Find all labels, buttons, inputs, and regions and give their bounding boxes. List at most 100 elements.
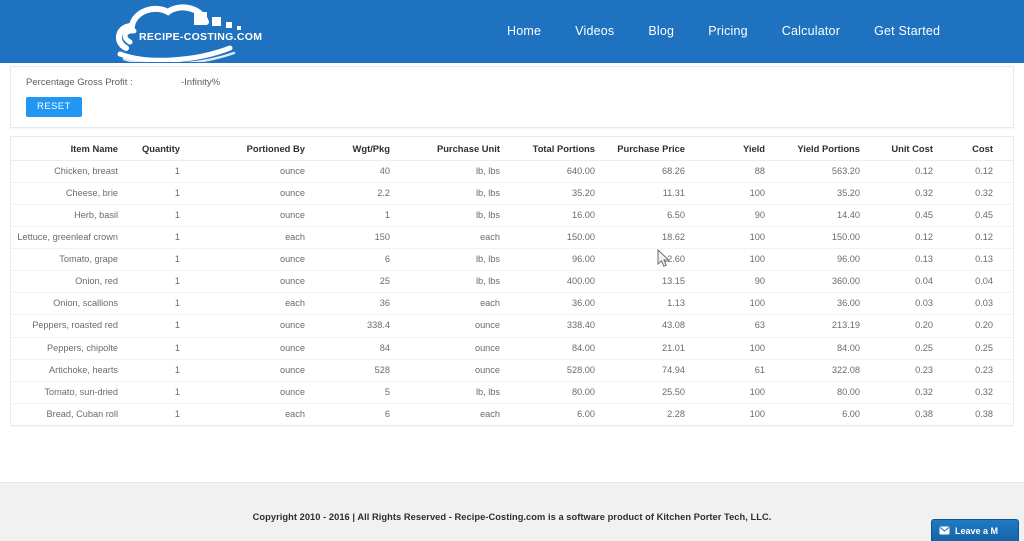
cell-purchase-price: 18.62 bbox=[600, 226, 690, 250]
cell-purchase-price: 1.13 bbox=[600, 292, 690, 316]
cell-item-name: Tomato, grape bbox=[11, 248, 123, 272]
cell-yield-portions: 563.20 bbox=[770, 160, 865, 184]
gross-profit-row: Percentage Gross Profit : -Infinity% bbox=[26, 77, 220, 88]
cell-cost: 0.25 bbox=[938, 337, 998, 360]
cell-purchase-price: 43.08 bbox=[600, 314, 690, 338]
cell-portioned-by: ounce bbox=[185, 182, 310, 206]
col-header-wgt-pkg[interactable]: Wgt/Pkg bbox=[310, 137, 395, 161]
cell-yield-portions: 96.00 bbox=[770, 248, 865, 272]
col-header-cost[interactable]: Cost bbox=[938, 137, 998, 161]
col-header-item-name[interactable]: Item Name bbox=[11, 137, 123, 161]
cell-cost: 0.12 bbox=[938, 226, 998, 250]
cell-yield: 63 bbox=[690, 314, 770, 338]
gross-profit-label: Percentage Gross Profit : bbox=[26, 77, 133, 88]
nav-link-videos[interactable]: Videos bbox=[558, 0, 631, 63]
cell-cost-pct: 8.36 bbox=[998, 359, 1013, 382]
cell-unit-cost: 0.38 bbox=[865, 403, 938, 425]
cell-yield-portions: 360.00 bbox=[770, 270, 865, 294]
cell-wgt-pkg: 40 bbox=[310, 160, 395, 184]
cell-quantity: 1 bbox=[123, 314, 185, 338]
cell-portioned-by: each bbox=[185, 226, 310, 250]
cell-wgt-pkg: 5 bbox=[310, 381, 395, 404]
gross-profit-value: -Infinity% bbox=[181, 77, 221, 88]
cell-cost: 0.23 bbox=[938, 359, 998, 382]
col-header-quantity[interactable]: Quantity bbox=[123, 137, 185, 161]
cell-yield: 100 bbox=[690, 381, 770, 404]
nav-link-pricing[interactable]: Pricing bbox=[691, 0, 765, 63]
cell-item-name: Cheese, brie bbox=[11, 182, 123, 206]
cell-item-name: Chicken, breast bbox=[11, 160, 123, 184]
nav-link-calculator[interactable]: Calculator bbox=[765, 0, 857, 63]
cell-portioned-by: ounce bbox=[185, 248, 310, 272]
cell-cost-pct: 4.73 bbox=[998, 248, 1013, 272]
col-header-yield[interactable]: Yield bbox=[690, 137, 770, 161]
cell-total-portions: 96.00 bbox=[505, 248, 600, 272]
ingredients-table-panel: Item Name Quantity Portioned By Wgt/Pkg … bbox=[10, 136, 1014, 426]
cell-total-portions: 528.00 bbox=[505, 359, 600, 382]
logo[interactable]: RECIPE-COSTING.COM bbox=[108, 2, 263, 62]
cell-total-portions: 16.00 bbox=[505, 204, 600, 228]
cell-purchase-price: 2.28 bbox=[600, 403, 690, 425]
cell-unit-cost: 0.32 bbox=[865, 182, 938, 206]
cell-yield-portions: 150.00 bbox=[770, 226, 865, 250]
table-header: Item Name Quantity Portioned By Wgt/Pkg … bbox=[11, 137, 1013, 161]
cell-purchase-price: 25.50 bbox=[600, 381, 690, 404]
cell-item-name: Artichoke, hearts bbox=[11, 359, 123, 382]
cell-unit-cost: 0.45 bbox=[865, 204, 938, 228]
col-header-portioned-by[interactable]: Portioned By bbox=[185, 137, 310, 161]
col-header-yield-portions[interactable]: Yield Portions bbox=[770, 137, 865, 161]
cell-yield: 90 bbox=[690, 204, 770, 228]
cell-cost-pct: 1.09 bbox=[998, 292, 1013, 316]
envelope-icon bbox=[939, 526, 950, 535]
cell-cost: 0.45 bbox=[938, 204, 998, 228]
nav-link-blog[interactable]: Blog bbox=[631, 0, 691, 63]
col-header-cost-pct[interactable]: Cost% bbox=[998, 137, 1013, 161]
cell-item-name: Dressing, ranch bbox=[11, 425, 123, 426]
cell-portioned-by: ounce bbox=[185, 381, 310, 404]
logo-text: RECIPE-COSTING.COM bbox=[139, 31, 262, 43]
cell-cost: 0.08 bbox=[938, 425, 998, 426]
cell-purchase-price: 68.26 bbox=[600, 160, 690, 184]
leave-a-message-chat-button[interactable]: Leave a M bbox=[931, 519, 1019, 541]
cell-item-name: Tomato, sun-dried bbox=[11, 381, 123, 404]
cell-cost-pct: 11.64 bbox=[998, 381, 1013, 404]
cell-yield: 100 bbox=[690, 248, 770, 272]
cell-purchase-price: 11.31 bbox=[600, 182, 690, 206]
cell-quantity: 1 bbox=[123, 248, 185, 272]
cell-portioned-by: ounce bbox=[185, 270, 310, 294]
cell-unit-cost: 0.12 bbox=[865, 160, 938, 184]
cell-purchase-unit: each bbox=[395, 226, 505, 250]
cell-purchase-unit: each bbox=[395, 292, 505, 316]
cell-quantity: 1 bbox=[123, 337, 185, 360]
table-row: Herb, basil 1 ounce 1 lb, lbs 16.00 6.50 90 14.4… bbox=[11, 204, 1013, 228]
cell-cost-pct: 16.36 bbox=[998, 204, 1013, 228]
cell-purchase-price: 21.01 bbox=[600, 337, 690, 360]
table-row: Chicken, breast 1 ounce 40 lb, lbs 640.00 68.2… bbox=[11, 160, 1013, 184]
cell-purchase-price: 12.60 bbox=[600, 248, 690, 272]
cell-cost-pct: 9.09 bbox=[998, 337, 1013, 360]
cell-cost: 0.03 bbox=[938, 292, 998, 316]
cell-quantity: 1 bbox=[123, 226, 185, 250]
cell-yield: 100 bbox=[690, 425, 770, 426]
cell-cost: 0.20 bbox=[938, 314, 998, 338]
nav-link-get-started[interactable]: Get Started bbox=[857, 0, 957, 63]
reset-button[interactable]: RESET bbox=[26, 97, 82, 117]
cell-portioned-by: each bbox=[185, 403, 310, 425]
cell-unit-cost: 0.04 bbox=[865, 270, 938, 294]
cell-cost: 0.12 bbox=[938, 160, 998, 184]
cell-cost: 0.32 bbox=[938, 381, 998, 404]
cell-yield: 61 bbox=[690, 359, 770, 382]
cell-total-portions: 84.00 bbox=[505, 337, 600, 360]
cell-purchase-price: 6.50 bbox=[600, 204, 690, 228]
cell-wgt-pkg: 36 bbox=[310, 292, 395, 316]
table-row: Dressing, ranch1ounce [US, liquid]4gallo… bbox=[11, 425, 1014, 426]
col-header-unit-cost[interactable]: Unit Cost bbox=[865, 137, 938, 161]
cell-purchase-unit: lb, lbs bbox=[395, 381, 505, 404]
col-header-total-portions[interactable]: Total Portions bbox=[505, 137, 600, 161]
cell-wgt-pkg: 25 bbox=[310, 270, 395, 294]
col-header-purchase-price[interactable]: Purchase Price bbox=[600, 137, 690, 161]
table-header-row: Item Name Quantity Portioned By Wgt/Pkg … bbox=[11, 137, 1013, 161]
cell-portioned-by: ounce bbox=[185, 160, 310, 184]
col-header-purchase-unit[interactable]: Purchase Unit bbox=[395, 137, 505, 161]
nav-link-home[interactable]: Home bbox=[490, 0, 558, 63]
